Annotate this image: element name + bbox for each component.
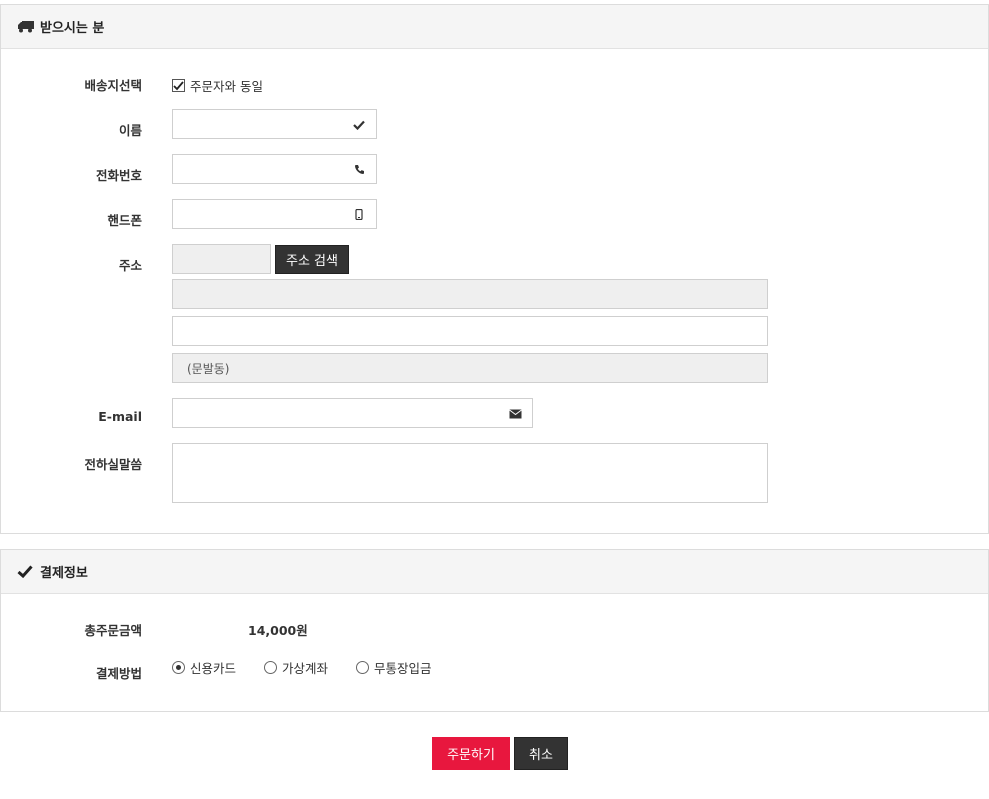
payment-header: 결제정보 xyxy=(1,550,988,594)
payment-panel: 결제정보 xyxy=(0,549,989,712)
email-label: E-mail xyxy=(98,409,142,424)
order-button[interactable]: 주문하기 xyxy=(432,737,510,770)
total-label: 총주문금액 xyxy=(84,623,142,638)
radio-label: 가상계좌 xyxy=(282,661,329,676)
address-line1-input[interactable] xyxy=(173,280,767,308)
radio-dot[interactable] xyxy=(264,661,278,674)
name-input[interactable] xyxy=(173,110,376,138)
email-input[interactable] xyxy=(173,399,532,427)
radio-label: 무통장입금 xyxy=(374,661,432,676)
cancel-button[interactable]: 취소 xyxy=(514,737,568,770)
check-icon xyxy=(352,118,366,131)
radio-virtual-account[interactable]: 가상계좌 xyxy=(264,658,328,677)
mobile-input[interactable] xyxy=(173,200,376,228)
checkbox-box[interactable] xyxy=(172,79,185,92)
zipcode-field[interactable] xyxy=(172,244,271,274)
address-line2-input[interactable] xyxy=(173,317,767,345)
check-icon xyxy=(173,80,184,90)
radio-dot[interactable] xyxy=(172,661,185,674)
recipient-header: 받으시는 분 xyxy=(1,5,988,49)
message-field[interactable] xyxy=(172,443,768,503)
email-field[interactable] xyxy=(172,398,533,428)
phone-input[interactable] xyxy=(173,155,376,183)
address-extra-input[interactable] xyxy=(173,354,767,382)
name-field[interactable] xyxy=(172,109,377,139)
check-icon xyxy=(17,565,35,579)
address-extra-field[interactable] xyxy=(172,353,768,383)
envelope-icon xyxy=(508,407,522,420)
truck-icon xyxy=(17,20,35,34)
name-label: 이름 xyxy=(118,123,142,138)
radio-credit-card[interactable]: 신용카드 xyxy=(172,658,236,677)
message-textarea[interactable] xyxy=(173,444,767,502)
phone-label: 전화번호 xyxy=(95,168,142,183)
phone-icon xyxy=(352,163,366,176)
same-as-orderer-checkbox[interactable]: 주문자와 동일 xyxy=(172,76,263,95)
radio-bank-transfer[interactable]: 무통장입금 xyxy=(356,658,432,677)
payment-method-group: 신용카드 가상계좌 무통장입금 xyxy=(172,658,460,677)
same-as-orderer-label: 주문자와 동일 xyxy=(190,79,263,94)
message-label: 전하실말씀 xyxy=(84,457,142,472)
total-amount: 14,000원 xyxy=(248,623,308,638)
mobile-label: 핸드폰 xyxy=(107,213,142,228)
recipient-title: 받으시는 분 xyxy=(40,21,105,36)
payment-title: 결제정보 xyxy=(40,566,88,581)
radio-label: 신용카드 xyxy=(190,661,237,676)
phone-field[interactable] xyxy=(172,154,377,184)
mobile-field[interactable] xyxy=(172,199,377,229)
payment-method-label: 결제방법 xyxy=(95,666,142,681)
delivery-select-label: 배송지선택 xyxy=(84,78,142,93)
address-line2-field[interactable] xyxy=(172,316,768,346)
zipcode-input[interactable] xyxy=(173,245,270,273)
address-label: 주소 xyxy=(118,258,142,273)
address-line1-field[interactable] xyxy=(172,279,768,309)
radio-dot[interactable] xyxy=(356,661,370,674)
mobile-icon xyxy=(352,208,366,221)
address-search-button[interactable]: 주소 검색 xyxy=(275,245,349,274)
